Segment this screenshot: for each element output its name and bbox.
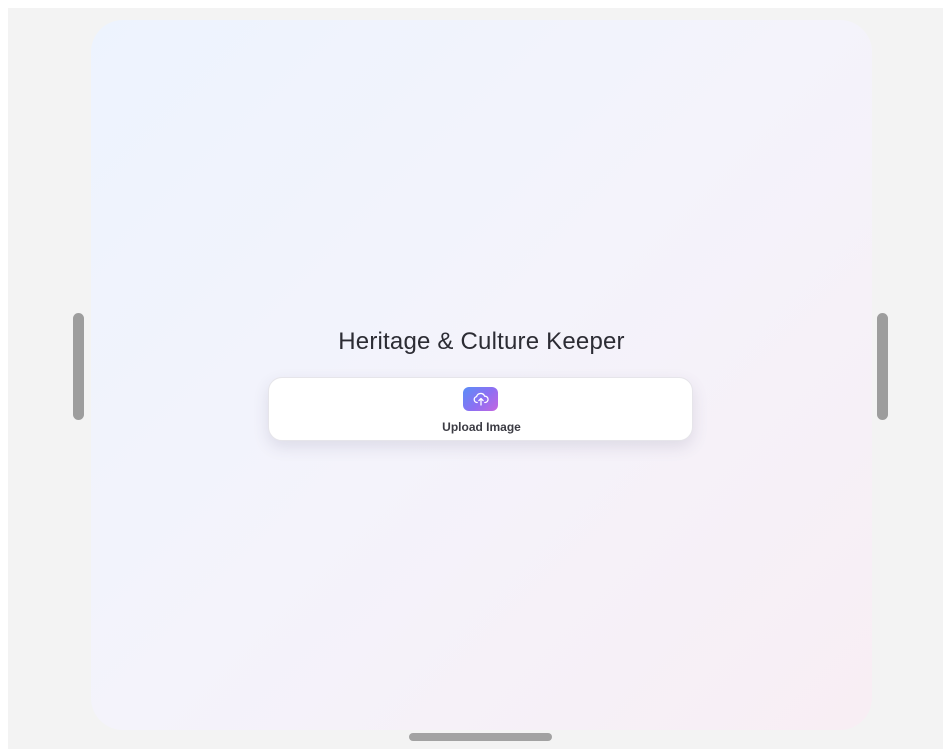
app-title: Heritage & Culture Keeper <box>338 328 625 355</box>
upload-image-label: Upload Image <box>442 420 521 434</box>
bottom-resize-handle[interactable] <box>409 733 552 741</box>
cloud-upload-icon-glyph <box>473 392 489 406</box>
upload-image-button[interactable]: Upload Image <box>268 377 693 441</box>
main-panel: Heritage & Culture Keeper Upload Image <box>91 20 872 730</box>
app-window: Heritage & Culture Keeper Upload Image <box>0 0 943 749</box>
left-resize-handle[interactable] <box>73 313 84 420</box>
right-resize-handle[interactable] <box>877 313 888 420</box>
cloud-upload-icon <box>463 387 498 411</box>
